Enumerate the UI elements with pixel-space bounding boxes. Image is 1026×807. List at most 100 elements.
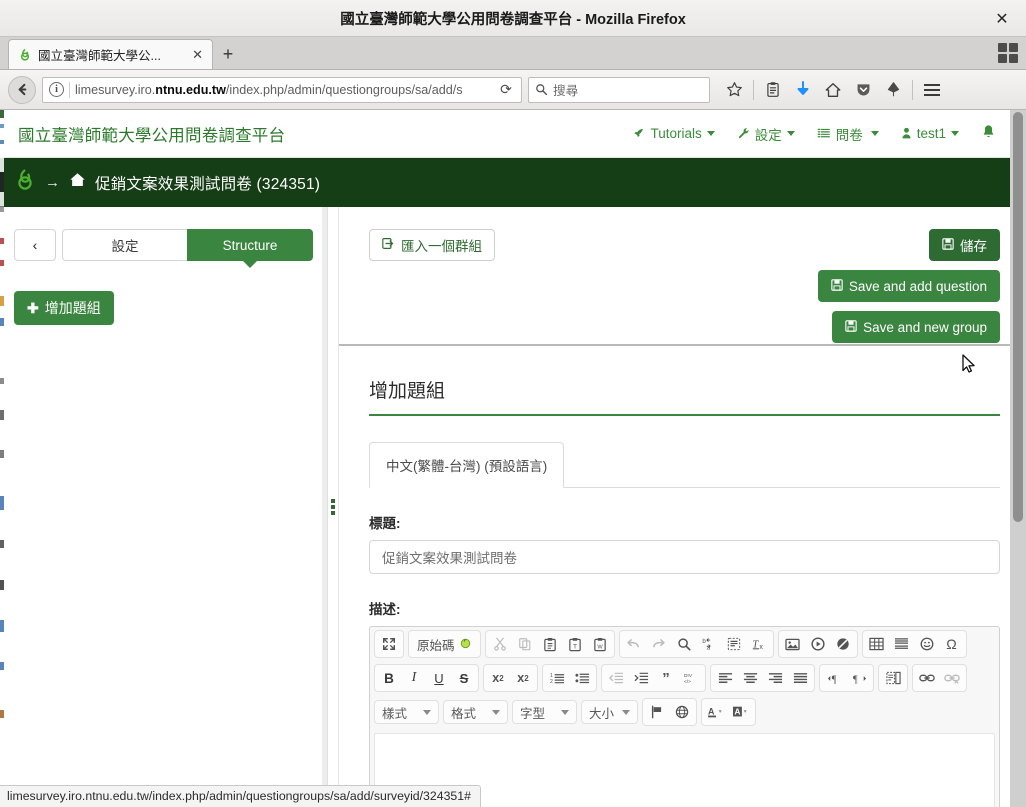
action-toolbar: 匯入一個群組 儲存 Save and add question Save and… [339,207,1026,346]
star-icon[interactable] [720,76,748,104]
page-scrollbar-thumb[interactable] [1013,112,1023,522]
special-char-icon[interactable]: Ω [940,632,964,656]
search-bar[interactable]: 搜尋 [528,76,710,103]
indent-icon[interactable] [629,666,653,690]
tab-language-zh-tw[interactable]: 中文(繁體-台灣) (預設語言) [369,442,565,488]
save-and-new-group-button[interactable]: Save and new group [832,311,1000,343]
editor-group-basicstyles: B I U S [374,664,479,692]
undo-icon[interactable] [622,632,646,656]
font-combo[interactable]: 字型 [512,700,578,724]
bold-icon[interactable]: B [377,666,401,690]
copy-icon[interactable] [513,632,537,656]
align-right-icon[interactable] [763,666,787,690]
url-text: limesurvey.iro.ntnu.edu.tw/index.php/adm… [75,82,463,97]
subscript-icon[interactable]: x2 [486,666,510,690]
window-close-button[interactable]: ✕ [984,0,1020,37]
browser-tab[interactable]: 國立臺灣師範大學公... ✕ [8,39,213,69]
paste-icon[interactable] [538,632,562,656]
nav-settings[interactable]: 設定 [737,124,795,144]
nav-user[interactable]: test1 [901,126,959,141]
grid-view-icon[interactable] [998,43,1018,63]
image-icon[interactable] [781,632,805,656]
outdent-icon[interactable] [604,666,628,690]
align-justify-icon[interactable] [788,666,812,690]
underline-icon[interactable]: U [427,666,451,690]
import-group-button[interactable]: 匯入一個群組 [369,229,495,261]
page-scrollbar[interactable] [1010,110,1026,807]
title-input[interactable]: 促銷文案效果測試問卷 [369,540,1000,574]
flag-icon[interactable] [645,700,669,724]
styles-combo[interactable]: 樣式 [374,700,440,724]
bg-color-icon[interactable]: A [729,700,753,724]
blockquote-icon[interactable]: ” [654,666,678,690]
app-topnav-menu: Tutorials 設定 問卷 test1 [632,124,1012,144]
save-button[interactable]: 儲存 [929,229,1000,261]
home-icon[interactable] [819,76,847,104]
menu-icon[interactable] [918,76,946,104]
fontsize-combo[interactable]: 大小 [581,700,639,724]
sidebar-item-structure[interactable]: Structure [187,229,313,268]
reader-list-icon[interactable] [759,76,787,104]
description-rich-text-editor: 原始碼 T W b a T x Ω B I U S x 2 x 2 1 2 ” … [369,626,1000,807]
downloads-icon[interactable] [789,76,817,104]
new-tab-button[interactable]: + [213,39,243,69]
nav-tutorials[interactable]: Tutorials [632,126,715,141]
horizontal-rule-icon[interactable] [890,632,914,656]
text-color-icon[interactable]: A [704,700,728,724]
browser-tab-close-icon[interactable]: ✕ [189,48,206,61]
site-info-icon[interactable]: i [49,82,64,97]
select-all-icon[interactable] [722,632,746,656]
align-center-icon[interactable] [738,666,762,690]
add-question-group-button[interactable]: ✚ 增加題組 [14,291,114,325]
media-icon[interactable] [806,632,830,656]
url-bar[interactable]: i limesurvey.iro.ntnu.edu.tw/index.php/a… [42,76,522,103]
chevron-down-icon [492,709,501,715]
remove-format-icon[interactable]: Tx [747,632,771,656]
reload-icon[interactable]: ⟳ [495,81,517,98]
bulleted-list-icon[interactable] [570,666,594,690]
paste-text-icon[interactable]: T [563,632,587,656]
find-icon[interactable] [672,632,696,656]
div-container-icon[interactable]: DIV </> [679,666,703,690]
link-icon[interactable] [915,666,939,690]
mouse-cursor [962,354,975,373]
smiley-icon[interactable] [915,632,939,656]
source-button[interactable]: 原始碼 [411,632,478,656]
save-and-add-question-button[interactable]: Save and add question [817,270,1000,302]
numbered-list-icon[interactable]: 12 [545,666,569,690]
sidebar-collapse-button[interactable]: ‹ [14,229,56,261]
show-blocks-icon[interactable] [881,666,905,690]
format-combo[interactable]: 格式 [443,700,509,724]
nav-surveys[interactable]: 問卷 [817,124,863,144]
back-button[interactable] [8,75,36,104]
strike-icon[interactable]: S [452,666,476,690]
pane-splitter[interactable] [328,207,339,807]
bell-icon[interactable] [981,124,996,144]
pocket-icon[interactable] [849,76,877,104]
svg-text:A: A [734,707,740,717]
paste-word-icon[interactable]: W [588,632,612,656]
replace-icon[interactable]: ba [697,632,721,656]
redo-icon[interactable] [647,632,671,656]
unlink-icon[interactable] [940,666,964,690]
superscript-icon[interactable]: x2 [511,666,535,690]
svg-text:¶: ¶ [852,674,857,684]
ltr-icon[interactable]: ¶ [822,666,846,690]
limesurvey-logo-icon[interactable] [14,168,36,197]
sync-icon[interactable] [879,76,907,104]
rtl-icon[interactable]: ¶ [847,666,871,690]
flash-icon[interactable] [831,632,855,656]
sidebar-scroll-track[interactable] [322,207,327,807]
sidebar-item-settings[interactable]: 設定 [62,229,187,261]
maximize-icon[interactable] [377,632,401,656]
align-left-icon[interactable] [713,666,737,690]
chevron-down-icon [561,709,570,715]
breadcrumb-home-icon[interactable] [69,172,86,193]
italic-icon[interactable]: I [402,666,426,690]
nav-surveys-chevron-down-icon[interactable] [870,131,879,136]
plus-icon: ✚ [27,299,39,316]
cut-icon[interactable] [488,632,512,656]
globe-icon[interactable] [670,700,694,724]
table-icon[interactable] [865,632,889,656]
list-icon [817,128,830,138]
